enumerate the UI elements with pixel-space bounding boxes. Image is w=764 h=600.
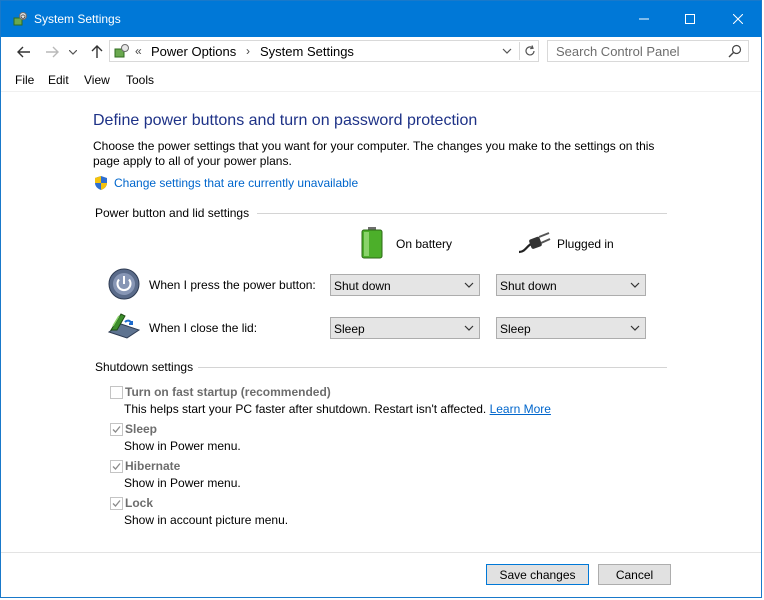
checkmark-icon <box>112 463 121 470</box>
close-button[interactable] <box>715 1 761 37</box>
power-options-app-icon <box>12 11 28 27</box>
hibernate-label: Hibernate <box>125 459 181 473</box>
close-icon <box>733 14 743 24</box>
chevron-down-icon <box>630 282 640 288</box>
menu-bar: File Edit View Tools <box>1 69 761 91</box>
lid-row-label: When I close the lid: <box>149 321 258 335</box>
title-bar: System Settings <box>1 1 761 37</box>
address-bar[interactable]: « Power Options › System Settings <box>109 40 539 62</box>
chevron-down-icon <box>464 282 474 288</box>
up-button[interactable] <box>88 43 106 61</box>
refresh-icon <box>525 45 535 56</box>
recent-locations-button[interactable] <box>67 43 79 61</box>
search-icon[interactable] <box>728 44 742 58</box>
menu-edit[interactable]: Edit <box>48 73 69 87</box>
chevron-down-icon <box>464 325 474 331</box>
sleep-label: Sleep <box>125 422 158 436</box>
on-battery-label: On battery <box>396 237 453 251</box>
menu-file[interactable]: File <box>15 73 34 87</box>
fast-startup-description-text: This helps start your PC faster after sh… <box>124 402 487 416</box>
maximize-button[interactable] <box>667 1 713 37</box>
breadcrumb-system-settings[interactable]: System Settings <box>260 44 354 59</box>
power-button-battery-select[interactable]: Shut down <box>330 274 480 296</box>
hibernate-description: Show in Power menu. <box>124 476 241 490</box>
lid-plugged-select[interactable]: Sleep <box>496 317 646 339</box>
breadcrumb-power-options[interactable]: Power Options <box>151 44 236 59</box>
power-section-rule <box>257 213 667 214</box>
plugged-in-label: Plugged in <box>557 237 614 251</box>
save-changes-button[interactable]: Save changes <box>486 564 589 585</box>
menu-tools[interactable]: Tools <box>126 73 154 87</box>
control-panel-icon <box>114 43 130 59</box>
battery-icon <box>361 227 383 262</box>
main-content: Define power buttons and turn on passwor… <box>1 92 761 552</box>
lid-battery-select[interactable]: Sleep <box>330 317 480 339</box>
footer-divider <box>1 552 761 553</box>
power-button-plugged-value: Shut down <box>500 279 557 293</box>
lock-description: Show in account picture menu. <box>124 513 289 527</box>
plug-icon <box>517 232 551 257</box>
address-dropdown-button[interactable] <box>502 45 514 57</box>
fast-startup-checkbox[interactable] <box>110 386 123 399</box>
power-button-icon <box>108 268 140 303</box>
chevron-down-icon <box>630 325 640 331</box>
fast-startup-label: Turn on fast startup (recommended) <box>125 385 331 399</box>
breadcrumb-separator[interactable]: › <box>246 44 250 58</box>
back-arrow-icon <box>17 46 30 58</box>
change-unavailable-settings-link[interactable]: Change settings that are currently unava… <box>114 176 358 190</box>
power-section-label: Power button and lid settings <box>95 206 250 220</box>
chevron-down-icon <box>502 48 512 54</box>
menu-view[interactable]: View <box>84 73 110 87</box>
checkmark-icon <box>112 426 121 433</box>
page-description: Choose the power settings that you want … <box>93 139 655 168</box>
page-title: Define power buttons and turn on passwor… <box>93 112 478 129</box>
sleep-description: Show in Power menu. <box>124 439 241 453</box>
refresh-button[interactable] <box>519 42 540 60</box>
forward-button[interactable] <box>43 43 61 61</box>
cancel-button[interactable]: Cancel <box>598 564 671 585</box>
up-arrow-icon <box>91 45 103 58</box>
shutdown-section-label: Shutdown settings <box>95 360 194 374</box>
hibernate-checkbox[interactable] <box>110 460 123 473</box>
minimize-icon <box>639 18 649 20</box>
fast-startup-description: This helps start your PC faster after sh… <box>124 402 551 416</box>
sleep-checkbox[interactable] <box>110 423 123 436</box>
search-input[interactable] <box>556 44 726 58</box>
power-button-battery-value: Shut down <box>334 279 391 293</box>
lock-label: Lock <box>125 496 154 510</box>
breadcrumb-overflow[interactable]: « <box>135 44 142 58</box>
address-bar-row: « Power Options › System Settings <box>1 37 761 67</box>
system-settings-window: System Settings « Power Options › System… <box>0 0 762 598</box>
minimize-button[interactable] <box>621 1 667 37</box>
back-button[interactable] <box>15 43 33 61</box>
shutdown-section-rule <box>198 367 667 368</box>
learn-more-link[interactable]: Learn More <box>490 402 551 416</box>
chevron-down-icon <box>69 49 77 55</box>
power-button-row-label: When I press the power button: <box>149 278 316 292</box>
lid-plugged-value: Sleep <box>500 322 531 336</box>
lid-battery-value: Sleep <box>334 322 365 336</box>
lock-checkbox[interactable] <box>110 497 123 510</box>
search-box[interactable] <box>547 40 749 62</box>
forward-arrow-icon <box>46 46 59 58</box>
laptop-lid-icon <box>107 312 141 343</box>
window-title: System Settings <box>34 12 121 26</box>
checkmark-icon <box>112 500 121 507</box>
maximize-icon <box>685 14 695 24</box>
uac-shield-icon <box>93 175 109 191</box>
power-button-plugged-select[interactable]: Shut down <box>496 274 646 296</box>
